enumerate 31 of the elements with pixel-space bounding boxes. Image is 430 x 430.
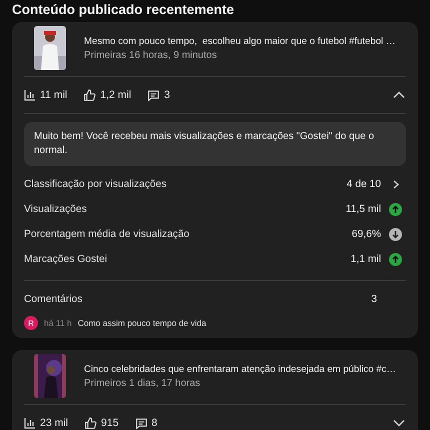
comment-icon [147, 88, 160, 102]
section-title: Conteúdo publicado recentemente [12, 1, 236, 19]
likes-count: 915 [101, 417, 119, 429]
metric-label: Porcentagem média de visualização [24, 229, 190, 240]
metric-label: Visualizações [24, 204, 88, 215]
comments-total: 3 [371, 294, 377, 304]
video-period: Primeiras 16 horas, 9 minutos [84, 50, 218, 60]
bar-chart-icon [24, 417, 36, 429]
views-count: 11 mil [40, 89, 68, 101]
metric-value: 4 de 10 [346, 179, 381, 190]
views-count: 23 mil [40, 417, 68, 429]
likes-count: 1,2 mil [100, 89, 132, 101]
video-title[interactable]: Cinco celebridades que enfrentaram atenção indesejada em público #c… [84, 364, 396, 374]
insight-message: Muito bem! Você recebeu mais visualizações e marcações "Gostei" do que o normal. [24, 122, 406, 166]
comment-text: Como assim pouco tempo de vida [78, 318, 206, 328]
metric-value: 11,5 mil [346, 204, 381, 215]
thumbs-up-icon [83, 88, 96, 102]
user-avatar: R [24, 316, 38, 330]
comment-icon [134, 416, 148, 430]
video-period: Primeiros 1 dias, 17 horas [84, 378, 202, 388]
metric-value: 1,1 mil [350, 254, 381, 265]
thumbs-up-icon [84, 416, 98, 430]
metric-label: Marcações Gostei [24, 254, 108, 265]
video-title[interactable]: Mesmo com pouco tempo, escolheu algo maior que o futebol #futebol … [84, 36, 396, 46]
comments-count: 3 [164, 89, 170, 101]
metric-value: 69,6% [352, 229, 381, 240]
bar-chart-icon [24, 89, 36, 101]
metric-label: Classificação por visualizações [24, 179, 168, 190]
comments-label: Comentários [24, 294, 84, 304]
comments-count: 8 [152, 417, 158, 429]
comment-time: há 11 h [44, 318, 72, 328]
